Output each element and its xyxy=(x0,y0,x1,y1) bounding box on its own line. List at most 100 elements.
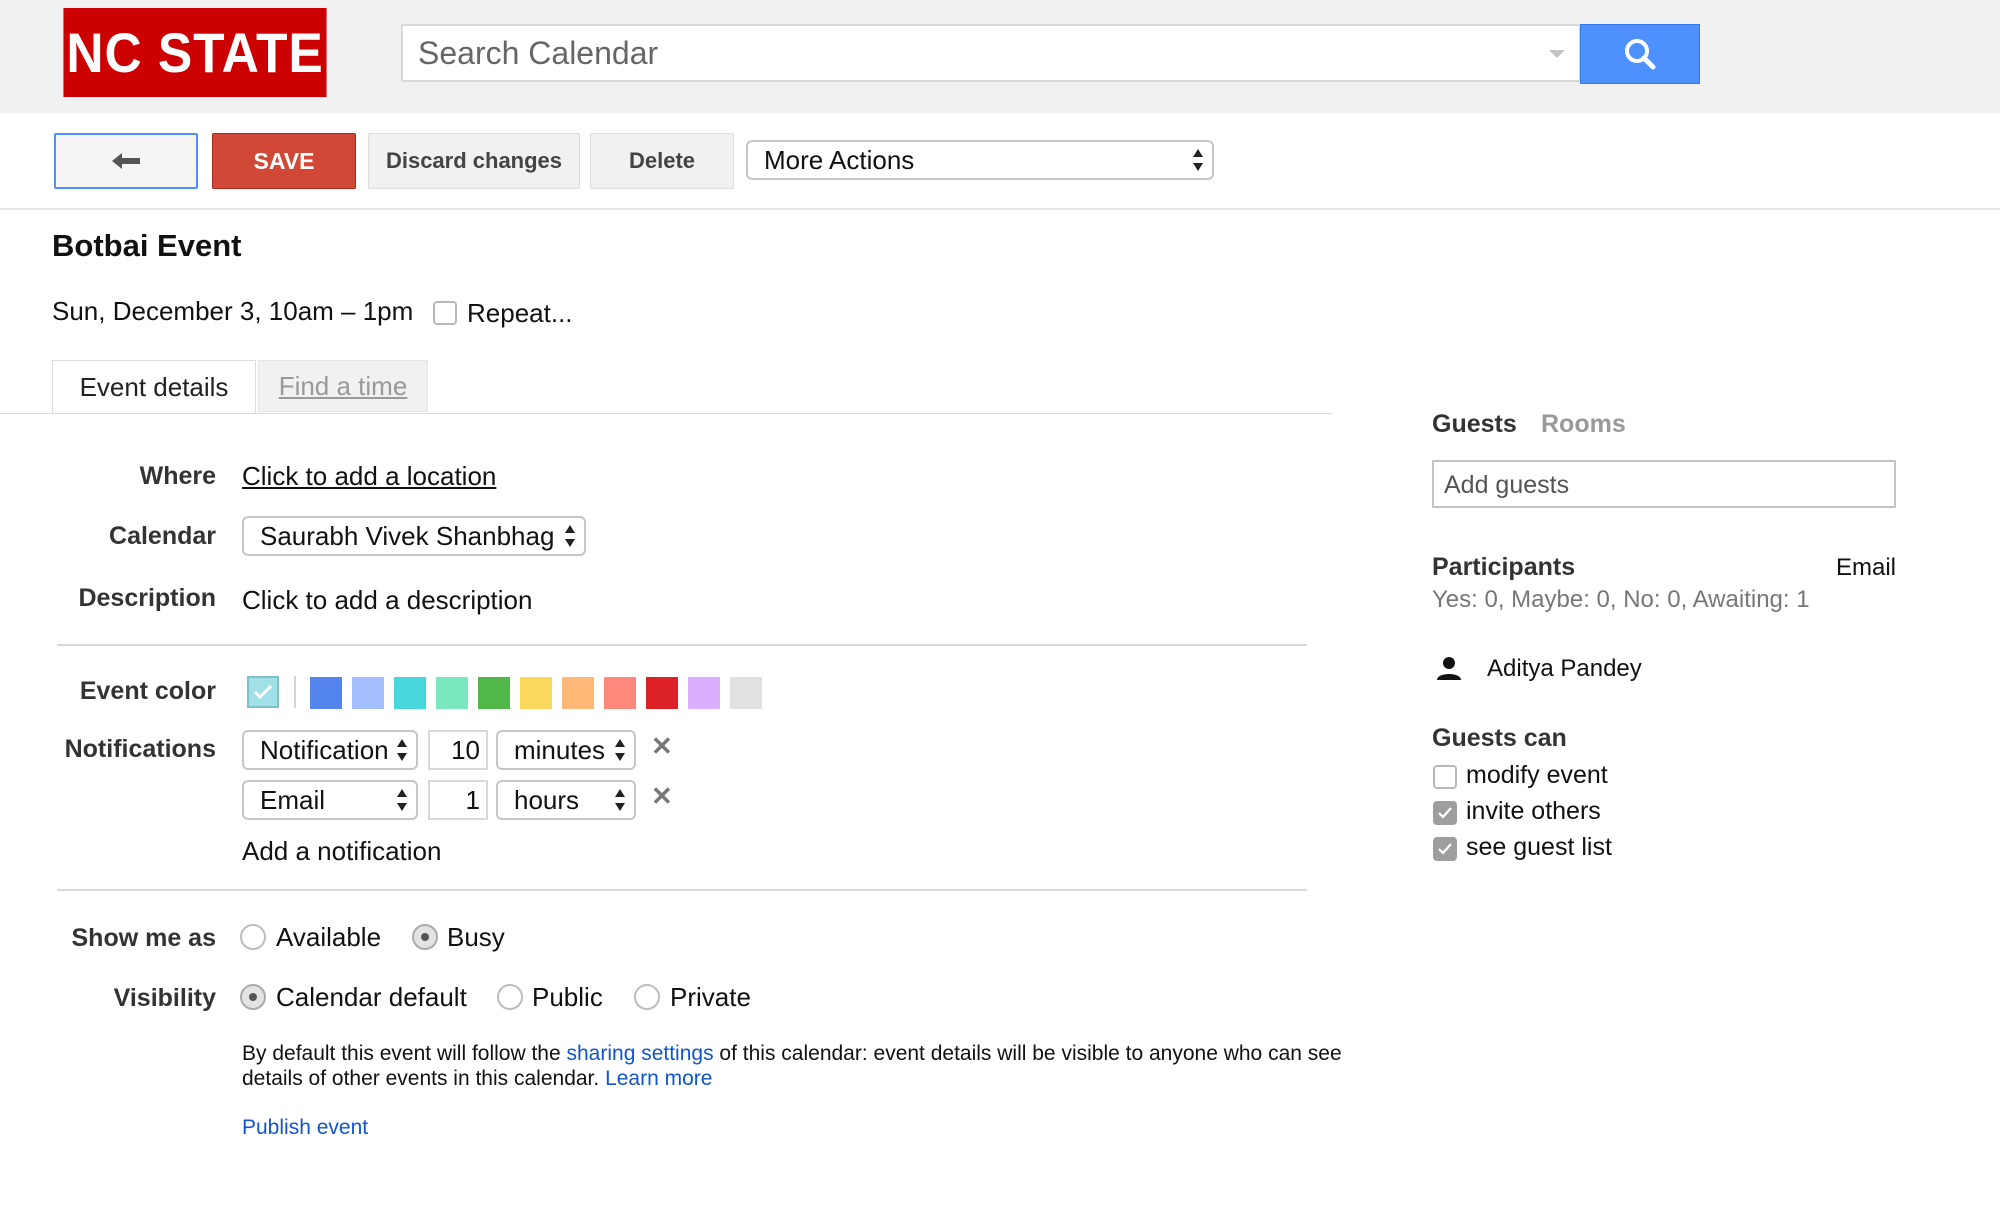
repeat-label[interactable]: Repeat... xyxy=(467,298,573,329)
radio-private[interactable] xyxy=(634,984,660,1010)
color-swatch[interactable] xyxy=(562,677,594,709)
tab-guests[interactable]: Guests xyxy=(1432,410,1517,439)
rsvp-summary: Yes: 0, Maybe: 0, No: 0, Awaiting: 1 xyxy=(1432,586,1810,613)
notification-unit-value: minutes xyxy=(514,734,606,765)
more-actions-select[interactable]: More Actions xyxy=(746,140,1214,180)
add-location-link[interactable]: Click to add a location xyxy=(242,461,496,492)
more-actions-label: More Actions xyxy=(764,144,915,175)
color-swatch[interactable] xyxy=(310,677,342,709)
add-guests-box[interactable] xyxy=(1432,460,1896,508)
search-icon xyxy=(1625,39,1656,70)
add-notification-link[interactable]: Add a notification xyxy=(242,836,441,867)
color-swatch[interactable] xyxy=(520,677,552,709)
back-arrow-icon xyxy=(112,153,140,169)
publish-event-link[interactable]: Publish event xyxy=(242,1116,368,1140)
calendar-select[interactable]: Saurabh Vivek Shanbhag xyxy=(242,516,586,556)
search-input[interactable] xyxy=(418,35,1518,71)
see-guest-list-checkbox[interactable] xyxy=(1433,837,1457,861)
calendar-label: Calendar xyxy=(109,522,216,550)
radio-calendar-default[interactable] xyxy=(240,984,266,1010)
color-swatch[interactable] xyxy=(646,677,678,709)
radio-public-label[interactable]: Public xyxy=(532,982,603,1013)
notification-method-select[interactable]: Email xyxy=(242,780,418,820)
notification-method-value: Email xyxy=(260,784,326,815)
radio-private-label[interactable]: Private xyxy=(670,982,751,1013)
description-label: Description xyxy=(78,584,216,612)
color-swatch[interactable] xyxy=(730,677,762,709)
radio-busy-label[interactable]: Busy xyxy=(447,922,505,953)
delete-button[interactable]: Delete xyxy=(590,133,734,189)
color-swatch[interactable] xyxy=(394,677,426,709)
person-icon xyxy=(1436,655,1462,681)
notification-unit-select[interactable]: hours xyxy=(496,780,636,820)
nc-state-logo[interactable]: NC STATE xyxy=(63,8,327,97)
check-icon xyxy=(1438,843,1452,855)
search-box[interactable] xyxy=(401,24,1581,82)
select-arrows-icon xyxy=(615,739,625,761)
select-arrows-icon xyxy=(615,789,625,811)
tab-find-a-time[interactable]: Find a time xyxy=(258,360,428,412)
visibility-label: Visibility xyxy=(113,984,216,1012)
tab-event-details[interactable]: Event details xyxy=(52,360,256,414)
description-field[interactable]: Click to add a description xyxy=(242,585,532,616)
remove-notification-icon[interactable]: ✕ xyxy=(651,731,673,762)
invite-others-label[interactable]: invite others xyxy=(1466,797,1601,826)
back-button[interactable] xyxy=(54,133,198,189)
color-swatch[interactable] xyxy=(352,677,384,709)
toolbar-divider xyxy=(0,208,2000,210)
participant-name[interactable]: Aditya Pandey xyxy=(1487,655,1642,683)
info-text-part: By default this event will follow the xyxy=(242,1042,567,1065)
participants-title: Participants xyxy=(1432,553,1576,581)
notification-method-select[interactable]: Notification xyxy=(242,730,418,770)
select-arrows-icon xyxy=(397,789,407,811)
color-swatch[interactable] xyxy=(436,677,468,709)
color-swatch-selected[interactable] xyxy=(247,676,279,708)
event-datetime[interactable]: Sun, December 3, 10am – 1pm xyxy=(52,296,413,327)
check-icon xyxy=(1438,807,1452,819)
visibility-info-text: By default this event will follow the sh… xyxy=(242,1041,1342,1091)
save-button[interactable]: SAVE xyxy=(212,133,356,189)
radio-available[interactable] xyxy=(240,924,266,950)
calendar-select-value: Saurabh Vivek Shanbhag xyxy=(260,520,555,551)
sharing-settings-link[interactable]: sharing settings xyxy=(567,1042,714,1065)
remove-notification-icon[interactable]: ✕ xyxy=(651,781,673,812)
notification-unit-select[interactable]: minutes xyxy=(496,730,636,770)
where-label: Where xyxy=(139,462,216,490)
radio-public[interactable] xyxy=(497,984,523,1010)
select-arrows-icon xyxy=(565,525,575,547)
notifications-label: Notifications xyxy=(64,735,216,763)
section-divider xyxy=(57,644,1307,646)
notification-method-value: Notification xyxy=(260,734,389,765)
select-arrows-icon xyxy=(1193,149,1203,171)
email-guests-link[interactable]: Email xyxy=(1836,554,1896,582)
color-swatch[interactable] xyxy=(604,677,636,709)
modify-event-checkbox[interactable] xyxy=(1433,765,1457,789)
add-guests-input[interactable] xyxy=(1444,469,1884,501)
event-color-label: Event color xyxy=(79,677,216,705)
swatch-divider xyxy=(294,676,296,708)
tab-rooms[interactable]: Rooms xyxy=(1541,410,1626,439)
notification-amount-input[interactable]: 1 xyxy=(428,780,488,820)
section-divider xyxy=(57,889,1307,891)
guests-can-title: Guests can xyxy=(1432,724,1567,752)
invite-others-checkbox[interactable] xyxy=(1433,801,1457,825)
select-arrows-icon xyxy=(397,739,407,761)
show-me-as-label: Show me as xyxy=(71,924,217,952)
see-guest-list-label[interactable]: see guest list xyxy=(1466,833,1612,862)
color-swatch[interactable] xyxy=(478,677,510,709)
notification-amount-input[interactable]: 10 xyxy=(428,730,488,770)
color-swatch[interactable] xyxy=(688,677,720,709)
search-dropdown-icon[interactable] xyxy=(1549,50,1565,58)
learn-more-link[interactable]: Learn more xyxy=(605,1067,712,1090)
search-button[interactable] xyxy=(1580,24,1700,84)
radio-busy[interactable] xyxy=(412,924,438,950)
tabs-divider xyxy=(0,413,1332,414)
discard-changes-button[interactable]: Discard changes xyxy=(368,133,580,189)
notification-unit-value: hours xyxy=(514,784,580,815)
repeat-checkbox[interactable] xyxy=(433,301,457,325)
modify-event-label[interactable]: modify event xyxy=(1466,761,1608,790)
radio-calendar-default-label[interactable]: Calendar default xyxy=(276,982,467,1013)
radio-available-label[interactable]: Available xyxy=(276,922,381,953)
event-title[interactable]: Botbai Event xyxy=(52,228,241,264)
check-icon xyxy=(253,684,273,700)
